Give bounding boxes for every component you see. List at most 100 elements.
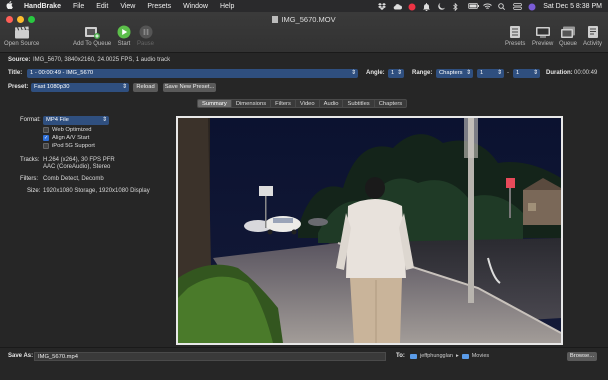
title-select[interactable]: 1 - 00:00:49 - IMG_5670 bbox=[27, 69, 358, 78]
preview-image[interactable] bbox=[176, 116, 563, 345]
source-label: Source: bbox=[8, 57, 31, 63]
presets-button[interactable]: Presets bbox=[505, 25, 525, 47]
menu-clock[interactable]: Sat Dec 5 8:38 PM bbox=[543, 3, 602, 10]
title-label: Title: bbox=[8, 70, 23, 76]
align-av-checkbox[interactable]: ✓ Align A/V Start bbox=[43, 135, 89, 141]
duration-value: 00:00:49 bbox=[574, 70, 598, 76]
tab-audio[interactable]: Audio bbox=[320, 100, 344, 107]
presets-icon bbox=[507, 25, 523, 39]
bottom-divider bbox=[0, 347, 608, 348]
battery-icon[interactable] bbox=[468, 2, 480, 10]
save-new-preset-button[interactable]: Save New Preset... bbox=[163, 83, 216, 92]
menu-window[interactable]: Window bbox=[177, 3, 214, 10]
start-button[interactable]: Start bbox=[116, 25, 132, 47]
add-to-queue-label: Add To Queue bbox=[73, 41, 112, 47]
destination-path[interactable]: jeffphungglan ▸ Movies bbox=[410, 353, 489, 359]
path-separator: ▸ bbox=[455, 353, 459, 359]
ipod-label: iPod 5G Support bbox=[52, 143, 95, 149]
preset-select[interactable]: Fast 1080p30 bbox=[31, 83, 129, 92]
tracks-label: Tracks: bbox=[20, 157, 40, 163]
web-optimized-checkbox[interactable]: Web Optimized bbox=[43, 127, 92, 133]
pause-label: Pause bbox=[137, 41, 155, 47]
filters-value: Comb Detect, Decomb bbox=[43, 176, 104, 182]
range-to-select[interactable]: 1 bbox=[513, 69, 540, 78]
save-as-input[interactable]: IMG_5670.mp4 bbox=[34, 352, 386, 361]
save-as-label: Save As: bbox=[8, 353, 34, 359]
menu-app-name[interactable]: HandBrake bbox=[18, 3, 67, 10]
menu-bar: HandBrake File Edit View Presets Window … bbox=[0, 0, 608, 12]
handbrake-window: IMG_5670.MOV Open Source Add To Queue St… bbox=[0, 12, 608, 380]
queue-icon bbox=[560, 25, 576, 39]
wifi-icon[interactable] bbox=[483, 3, 493, 10]
menu-presets[interactable]: Presets bbox=[141, 3, 177, 10]
preview-button[interactable]: Preview bbox=[532, 25, 553, 47]
tab-dimensions[interactable]: Dimensions bbox=[232, 100, 272, 107]
duration-label: Duration: bbox=[546, 70, 573, 76]
angle-select[interactable]: 1 bbox=[388, 69, 404, 78]
dropbox-icon[interactable] bbox=[378, 2, 387, 10]
format-select[interactable]: MP4 File bbox=[43, 116, 109, 125]
menu-help[interactable]: Help bbox=[214, 3, 240, 10]
menu-view[interactable]: View bbox=[114, 3, 141, 10]
queue-label: Queue bbox=[559, 41, 578, 47]
path-folder[interactable]: Movies bbox=[472, 353, 489, 359]
format-label: Format: bbox=[20, 117, 41, 123]
apple-menu-icon[interactable] bbox=[0, 1, 18, 11]
status-red-icon[interactable] bbox=[408, 3, 416, 10]
moon-icon[interactable] bbox=[438, 2, 446, 10]
queue-button[interactable]: Queue bbox=[559, 25, 577, 47]
play-icon bbox=[116, 25, 132, 39]
open-source-label: Open Source bbox=[4, 41, 40, 47]
bluetooth-icon[interactable] bbox=[453, 2, 461, 11]
pause-button[interactable]: Pause bbox=[137, 25, 154, 47]
ipod-support-checkbox[interactable]: iPod 5G Support bbox=[43, 143, 95, 149]
open-source-button[interactable]: Open Source bbox=[4, 25, 39, 47]
angle-label: Angle: bbox=[366, 70, 385, 76]
siri-icon[interactable] bbox=[528, 3, 536, 10]
reload-button[interactable]: Reload bbox=[133, 83, 158, 92]
menu-file[interactable]: File bbox=[67, 3, 90, 10]
tab-subtitles[interactable]: Subtitles bbox=[343, 100, 375, 107]
settings-tabs: Summary Dimensions Filters Video Audio S… bbox=[197, 99, 408, 108]
tab-summary[interactable]: Summary bbox=[198, 100, 232, 107]
filters-label: Filters: bbox=[20, 176, 38, 182]
bell-icon[interactable] bbox=[423, 2, 431, 11]
browse-button[interactable]: Browse... bbox=[567, 352, 597, 361]
preset-label: Preset: bbox=[8, 84, 29, 90]
add-queue-icon bbox=[84, 25, 101, 39]
range-from-select[interactable]: 1 bbox=[477, 69, 504, 78]
to-label: To: bbox=[396, 353, 405, 359]
ipod-box bbox=[43, 143, 49, 149]
align-av-label: Align A/V Start bbox=[52, 135, 90, 141]
cloud-icon[interactable] bbox=[393, 3, 403, 10]
web-optimized-label: Web Optimized bbox=[52, 127, 92, 133]
window-title-text: IMG_5670.MOV bbox=[281, 15, 336, 24]
tab-filters[interactable]: Filters bbox=[271, 100, 296, 107]
add-to-queue-button[interactable]: Add To Queue bbox=[73, 25, 111, 47]
tab-chapters[interactable]: Chapters bbox=[375, 100, 407, 107]
pause-icon bbox=[138, 25, 154, 39]
range-type-select[interactable]: Chapters bbox=[436, 69, 473, 78]
web-optimized-box bbox=[43, 127, 49, 133]
path-user[interactable]: jeffphungglan bbox=[420, 353, 453, 359]
tracks-video: H.264 (x264), 30 FPS PFR bbox=[43, 157, 115, 163]
range-label: Range: bbox=[412, 70, 433, 76]
activity-button[interactable]: Activity bbox=[583, 25, 602, 47]
document-icon bbox=[272, 16, 279, 23]
search-icon[interactable] bbox=[498, 2, 506, 10]
presets-label: Presets bbox=[505, 41, 526, 47]
activity-label: Activity bbox=[583, 41, 603, 47]
control-center-icon[interactable] bbox=[513, 2, 523, 10]
range-dash: - bbox=[507, 70, 509, 76]
size-value: 1920x1080 Storage, 1920x1080 Display bbox=[43, 188, 150, 194]
preview-icon bbox=[535, 25, 551, 39]
movies-folder-icon bbox=[461, 353, 469, 359]
size-label: Size: bbox=[27, 188, 41, 194]
activity-icon bbox=[585, 25, 601, 39]
home-folder-icon bbox=[410, 353, 417, 359]
tracks-audio: AAC (CoreAudio), Stereo bbox=[43, 164, 111, 170]
menu-edit[interactable]: Edit bbox=[90, 3, 114, 10]
tab-video[interactable]: Video bbox=[296, 100, 320, 107]
film-clapper-icon bbox=[14, 25, 30, 39]
checkmark-icon: ✓ bbox=[43, 135, 49, 141]
